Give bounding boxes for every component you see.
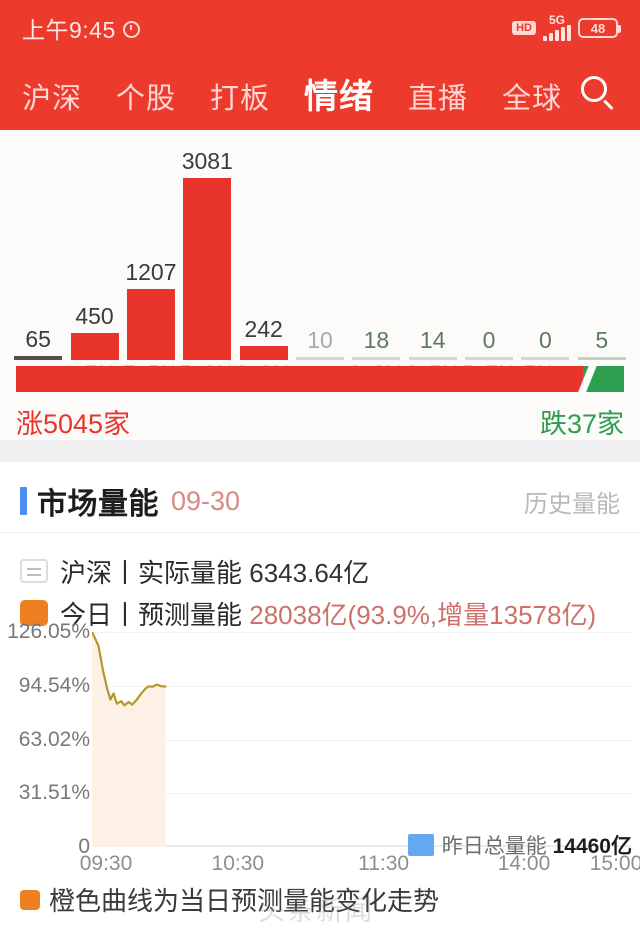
volume-date: 09-30 <box>171 485 241 516</box>
distribution-value: 10 <box>307 327 333 353</box>
distribution-rule <box>14 356 63 360</box>
tab-hushen[interactable]: 沪深 <box>22 75 82 117</box>
distribution-bar <box>183 178 232 360</box>
y-axis-tick-label: 126.05% <box>7 620 90 643</box>
distribution-column: 0 <box>521 327 570 360</box>
distribution-rule <box>352 357 401 360</box>
legend-predicted-value: 28038亿(93.9%,增量13578亿) <box>249 599 597 630</box>
legend-predicted-label: 今日丨预测量能 28038亿(93.9%,增量13578亿) <box>60 595 596 632</box>
hd-icon: HD <box>512 21 536 35</box>
distribution-value: 1207 <box>125 259 177 285</box>
volume-line-chart: 0 31.51% 63.02% 94.54% 126.05% 09:30 10:30 11:… <box>0 620 640 882</box>
distribution-bars: 65 450 1207 3081 242 10 18 14 0 0 5 <box>0 130 640 360</box>
status-bar: 上午9:45 HD 5G 48 <box>0 0 640 56</box>
page-title: 市场量能 <box>37 488 159 521</box>
distribution-column: 18 <box>352 327 401 360</box>
legend-actual-value: 6343.64亿 <box>249 557 370 588</box>
y-axis-tick-label: 31.51% <box>18 781 90 805</box>
legend-row-predicted: 今日丨预测量能 28038亿(93.9%,增量13578亿) <box>20 592 620 634</box>
legend-actual-name: 沪深丨实际量能 <box>60 557 243 588</box>
ratio-up-segment <box>16 366 583 392</box>
footnote-text: 橙色曲线为当日预测量能变化走势 <box>49 886 440 916</box>
distribution-column: 3081 <box>181 148 233 360</box>
accent-bar-icon <box>20 487 27 515</box>
tab-qingxu[interactable]: 情绪 <box>304 69 374 118</box>
ratio-up-label: 涨5045家 <box>16 409 131 439</box>
distribution-rule <box>521 357 570 360</box>
header-rule <box>0 532 640 533</box>
distribution-value: 242 <box>244 316 283 342</box>
alarm-clock-icon <box>122 19 141 38</box>
distribution-panel: 6545012073081242101814005 涨停>7%7~5%5~2%2… <box>0 130 640 440</box>
x-axis-tick-label: 09:30 <box>79 852 133 875</box>
distribution-column: 14 <box>408 327 457 360</box>
tab-zhibo[interactable]: 直播 <box>408 75 468 117</box>
inchart-legend-value: 14460亿 <box>552 835 632 858</box>
y-axis-ticks: 0 31.51% 63.02% 94.54% 126.05% <box>0 620 90 858</box>
x-axis-tick-label: 10:30 <box>211 852 265 875</box>
distribution-column: 242 <box>239 316 288 360</box>
orange-marker-icon <box>20 889 40 910</box>
status-time: 上午9:45 <box>22 17 116 43</box>
updown-ratio-bar <box>16 366 624 392</box>
distribution-column: 65 <box>14 326 63 360</box>
battery-level-label: 48 <box>590 20 606 36</box>
inchart-legend-label: 昨日总量能 <box>441 835 547 858</box>
prediction-curve <box>92 632 167 847</box>
battery-icon: 48 <box>578 18 621 38</box>
distribution-rule <box>577 357 626 360</box>
distribution-value: 3081 <box>181 148 233 174</box>
market-volume-section: 市场量能 09-30 历史量能 沪深丨实际量能 6343.64亿 今日丨预测量能… <box>0 462 640 932</box>
inchart-legend: 昨日总量能 14460亿 <box>407 830 632 860</box>
legend-row-actual: 沪深丨实际量能 6343.64亿 <box>20 550 620 592</box>
distribution-value: 18 <box>363 327 390 353</box>
distribution-value: 0 <box>482 327 496 353</box>
legend-actual-label: 沪深丨实际量能 6343.64亿 <box>60 553 369 590</box>
network-type-label: 5G <box>548 13 565 27</box>
y-axis-tick-label: 94.54% <box>18 673 90 697</box>
distribution-column: 10 <box>296 327 344 360</box>
exchange-icon <box>20 559 48 583</box>
status-bar-right: HD 5G 48 <box>512 13 621 41</box>
distribution-rule <box>465 357 514 360</box>
x-axis-tick-label: 11:30 <box>358 852 410 875</box>
tab-quanqiu[interactable]: 全球 <box>502 75 562 117</box>
nav-tabs: 沪深 个股 打板 情绪 直播 全球 <box>22 69 578 118</box>
search-icon[interactable] <box>578 73 618 113</box>
distribution-bar <box>70 333 119 360</box>
distribution-value: 0 <box>539 327 552 353</box>
section-divider <box>0 440 640 462</box>
history-volume-link[interactable]: 历史量能 <box>524 484 620 519</box>
distribution-column: 450 <box>70 303 119 360</box>
distribution-bar <box>239 346 288 360</box>
distribution-bar <box>126 289 175 360</box>
tab-daban[interactable]: 打板 <box>210 75 270 117</box>
distribution-value: 65 <box>25 326 51 352</box>
distribution-rule <box>296 357 344 360</box>
blue-square-icon <box>407 834 434 856</box>
ratio-summary: 涨5045家 跌37家 <box>16 402 624 441</box>
distribution-rule <box>408 357 457 360</box>
distribution-column: 1207 <box>125 259 177 360</box>
inchart-legend-text: 昨日总量能 14460亿 <box>442 830 632 860</box>
volume-legend-rows: 沪深丨实际量能 6343.64亿 今日丨预测量能 28038亿(93.9%,增量… <box>20 550 620 634</box>
chart-footnote: 橙色曲线为当日预测量能变化走势 <box>20 881 439 918</box>
distribution-column: 0 <box>465 327 514 360</box>
distribution-value: 14 <box>419 327 446 353</box>
status-bar-left: 上午9:45 <box>22 11 141 45</box>
distribution-value: 450 <box>75 303 114 329</box>
nav-bar: 沪深 个股 打板 情绪 直播 全球 <box>0 56 640 130</box>
chart-plot-area <box>92 632 632 847</box>
distribution-column: 5 <box>577 327 626 360</box>
signal-bars-icon <box>543 25 571 41</box>
y-axis-tick-label: 63.02% <box>18 727 90 751</box>
market-volume-header: 市场量能 09-30 历史量能 <box>0 474 640 528</box>
signal-icon: 5G <box>543 13 571 41</box>
distribution-value: 5 <box>595 327 609 353</box>
app-root: 上午9:45 HD 5G 48 沪深 个股 打板 情绪 直播 全球 65 450… <box>0 0 640 932</box>
ratio-down-label: 跌37家 <box>539 409 624 439</box>
tab-gegu[interactable]: 个股 <box>116 75 176 117</box>
